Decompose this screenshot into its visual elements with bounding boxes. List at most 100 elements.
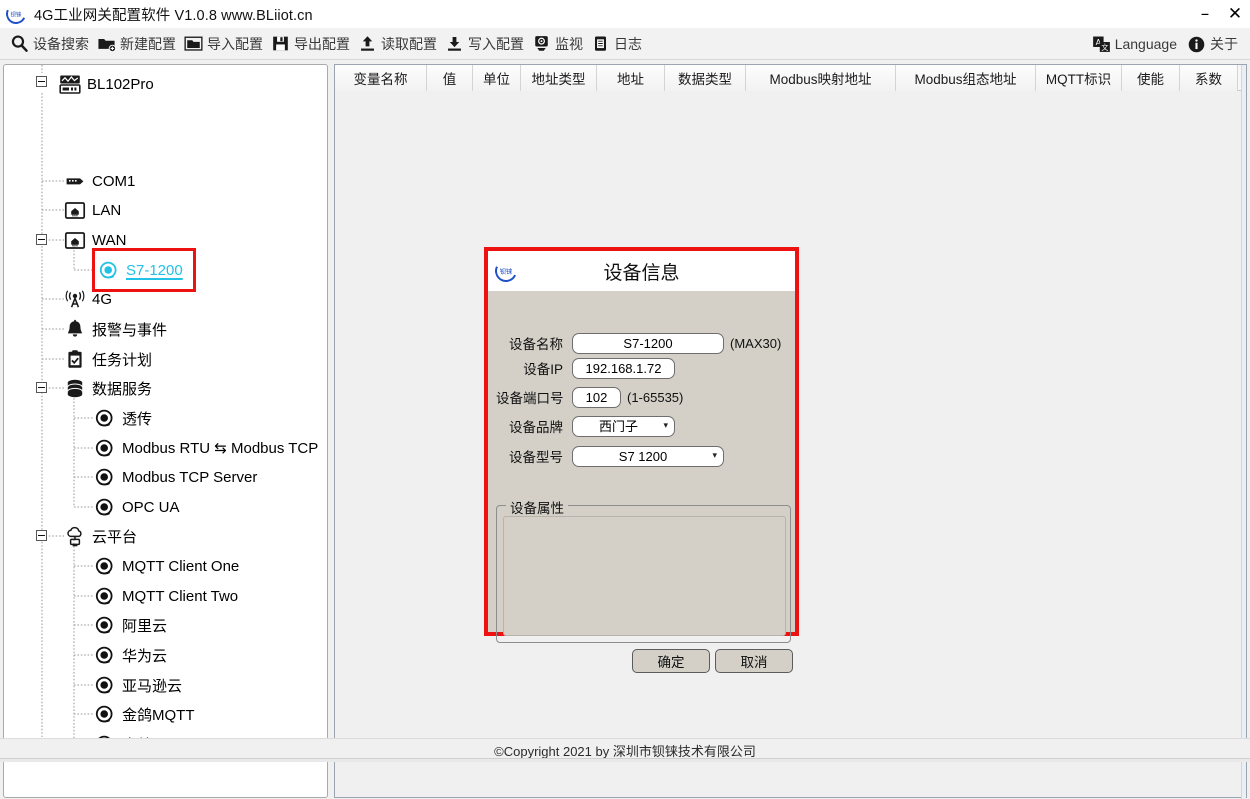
toolbar-button-import-config[interactable]: 导入配置 bbox=[182, 30, 269, 58]
tree-item-aliyun[interactable]: 阿里云 bbox=[94, 613, 167, 637]
tree-expander-root[interactable] bbox=[36, 76, 47, 87]
toolbar-button-language[interactable]: A 文 Language bbox=[1090, 30, 1183, 58]
grid-column-modbus-mapping[interactable]: Modbus映射地址 bbox=[746, 65, 896, 91]
tree-item-label: LAN bbox=[92, 202, 121, 219]
grid-column-address[interactable]: 地址 bbox=[597, 65, 665, 91]
new-folder-icon bbox=[97, 34, 116, 53]
toolbar-button-about[interactable]: 关于 bbox=[1185, 30, 1244, 58]
device-info-dialog: 设备信息 设备名称 (MAX30) 设备IP 设备端口号 (1-65535) bbox=[484, 247, 799, 636]
grid-column-unit[interactable]: 单位 bbox=[473, 65, 521, 91]
tree-item-modbus-tcp-server[interactable]: Modbus TCP Server bbox=[94, 465, 257, 489]
grid-column-variable-name[interactable]: 变量名称 bbox=[335, 65, 427, 91]
toolbar-label: 读取配置 bbox=[381, 34, 437, 54]
tree-item-lan[interactable]: LAN bbox=[64, 198, 121, 222]
grid-column-enable[interactable]: 使能 bbox=[1122, 65, 1180, 91]
bliiot-logo-icon bbox=[3, 1, 29, 27]
grid-column-coefficient[interactable]: 系数 bbox=[1180, 65, 1238, 91]
tree-item-label: 华为云 bbox=[122, 645, 167, 666]
close-button[interactable]: ✕ bbox=[1220, 0, 1250, 28]
tree-item-com1[interactable]: COM1 bbox=[64, 169, 135, 193]
tree-item-label: BL102Pro bbox=[87, 76, 154, 93]
tree-item-label: Modbus RTU ⇆ Modbus TCP bbox=[122, 439, 318, 457]
tree-item-amazon-cloud[interactable]: 亚马逊云 bbox=[94, 673, 182, 697]
toolbar-button-log[interactable]: 日志 bbox=[589, 30, 648, 58]
device-ip-input[interactable] bbox=[572, 358, 675, 379]
toolbar-button-device-search[interactable]: 设备搜索 bbox=[8, 30, 95, 58]
ok-button[interactable]: 确定 bbox=[632, 649, 710, 673]
dialog-title: 设备信息 bbox=[488, 258, 795, 285]
tree-item-label: 云平台 bbox=[92, 526, 137, 547]
tree-item-wan[interactable]: WAN bbox=[64, 228, 126, 252]
tree-item-label: 任务计划 bbox=[92, 349, 152, 370]
tree-item-modbus-rtu-to-tcp[interactable]: Modbus RTU ⇆ Modbus TCP bbox=[94, 436, 318, 460]
grid-vertical-scrollbar[interactable] bbox=[1241, 65, 1246, 799]
device-port-input[interactable] bbox=[572, 387, 621, 408]
device-ip-label: 设备IP bbox=[496, 358, 563, 378]
device-model-select[interactable]: S7 1200 bbox=[572, 446, 724, 467]
tree-item-label: WAN bbox=[92, 232, 126, 249]
node-dot-icon bbox=[94, 675, 116, 696]
toolbar-button-write-config[interactable]: 写入配置 bbox=[443, 30, 530, 58]
tree-item-mqtt-client-one[interactable]: MQTT Client One bbox=[94, 554, 239, 578]
device-name-label: 设备名称 bbox=[496, 333, 563, 353]
device-tree-panel[interactable]: BL102Pro COM1 LAN bbox=[3, 64, 328, 798]
grid-column-mqtt-id[interactable]: MQTT标识 bbox=[1036, 65, 1122, 91]
device-port-label: 设备端口号 bbox=[496, 387, 563, 407]
toolbar-label: 导入配置 bbox=[207, 34, 263, 54]
tree-item-opc-ua[interactable]: OPC UA bbox=[94, 495, 180, 519]
tree-item-label: COM1 bbox=[92, 173, 135, 190]
tree-expander-wan[interactable] bbox=[36, 234, 47, 245]
toolbar-label: 监视 bbox=[555, 34, 583, 54]
toolbar-label: 日志 bbox=[614, 34, 642, 54]
tree-item-alarms-events[interactable]: 报警与事件 bbox=[64, 317, 167, 341]
toolbar-button-export-config[interactable]: 导出配置 bbox=[269, 30, 356, 58]
node-dot-icon bbox=[94, 467, 116, 488]
grid-column-modbus-config[interactable]: Modbus组态地址 bbox=[896, 65, 1036, 91]
tree-expander-cloud-platform[interactable] bbox=[36, 530, 47, 541]
device-brand-select[interactable]: 西门子 bbox=[572, 416, 675, 437]
device-properties-list[interactable] bbox=[503, 516, 786, 636]
workspace: BL102Pro COM1 LAN bbox=[0, 61, 1250, 738]
toolbar-button-new-config[interactable]: 新建配置 bbox=[95, 30, 182, 58]
device-port-hint: (1-65535) bbox=[627, 390, 683, 405]
clipboard-log-icon bbox=[591, 34, 610, 53]
serial-port-icon bbox=[64, 171, 86, 192]
tree-item-mqtt-client-two[interactable]: MQTT Client Two bbox=[94, 584, 238, 608]
tree-item-label: 阿里云 bbox=[122, 615, 167, 636]
device-name-input[interactable] bbox=[572, 333, 724, 354]
grid-column-data-type[interactable]: 数据类型 bbox=[665, 65, 746, 91]
toolbar-button-read-config[interactable]: 读取配置 bbox=[356, 30, 443, 58]
device-model-label: 设备型号 bbox=[496, 446, 563, 466]
tree-item-label: 报警与事件 bbox=[92, 319, 167, 340]
tree-item-cloud-platform[interactable]: 云平台 bbox=[64, 524, 137, 548]
toolbar-label: Language bbox=[1115, 36, 1177, 52]
tree-item-jingeg-mqtt[interactable]: 金鸽MQTT bbox=[94, 702, 195, 726]
window-controls: – ✕ bbox=[1190, 0, 1250, 28]
tree-item-data-service[interactable]: 数据服务 bbox=[64, 376, 152, 400]
cancel-button[interactable]: 取消 bbox=[715, 649, 793, 673]
tree-item-4g[interactable]: 4G bbox=[64, 287, 112, 311]
grid-column-address-type[interactable]: 地址类型 bbox=[521, 65, 597, 91]
antenna-icon bbox=[64, 289, 86, 310]
tree-item-task-schedule[interactable]: 任务计划 bbox=[64, 347, 152, 371]
tree-item-huaweiyun[interactable]: 华为云 bbox=[94, 643, 167, 667]
save-disk-icon bbox=[271, 34, 290, 53]
tree-item-transparent-transmission[interactable]: 透传 bbox=[94, 406, 152, 430]
gateway-device-icon bbox=[59, 74, 81, 95]
tree-item-label: 金鸽MQTT bbox=[122, 704, 195, 725]
tree-item-s7-1200[interactable]: S7-1200 bbox=[98, 258, 183, 282]
minimize-button[interactable]: – bbox=[1190, 0, 1220, 28]
toolbar-button-monitor[interactable]: 监视 bbox=[530, 30, 589, 58]
cloud-icon bbox=[64, 526, 86, 547]
node-dot-icon bbox=[94, 704, 116, 725]
grid-column-value[interactable]: 值 bbox=[427, 65, 473, 91]
ethernet-port-icon bbox=[64, 200, 86, 221]
tree-item-bl102pro[interactable]: BL102Pro bbox=[59, 72, 154, 96]
open-folder-icon bbox=[184, 34, 203, 53]
toolbar-label: 新建配置 bbox=[120, 34, 176, 54]
monitor-icon bbox=[532, 34, 551, 53]
download-arrow-icon bbox=[445, 34, 464, 53]
svg-text:文: 文 bbox=[1101, 43, 1108, 52]
tree-item-label: 数据服务 bbox=[92, 378, 152, 399]
tree-expander-data-service[interactable] bbox=[36, 382, 47, 393]
